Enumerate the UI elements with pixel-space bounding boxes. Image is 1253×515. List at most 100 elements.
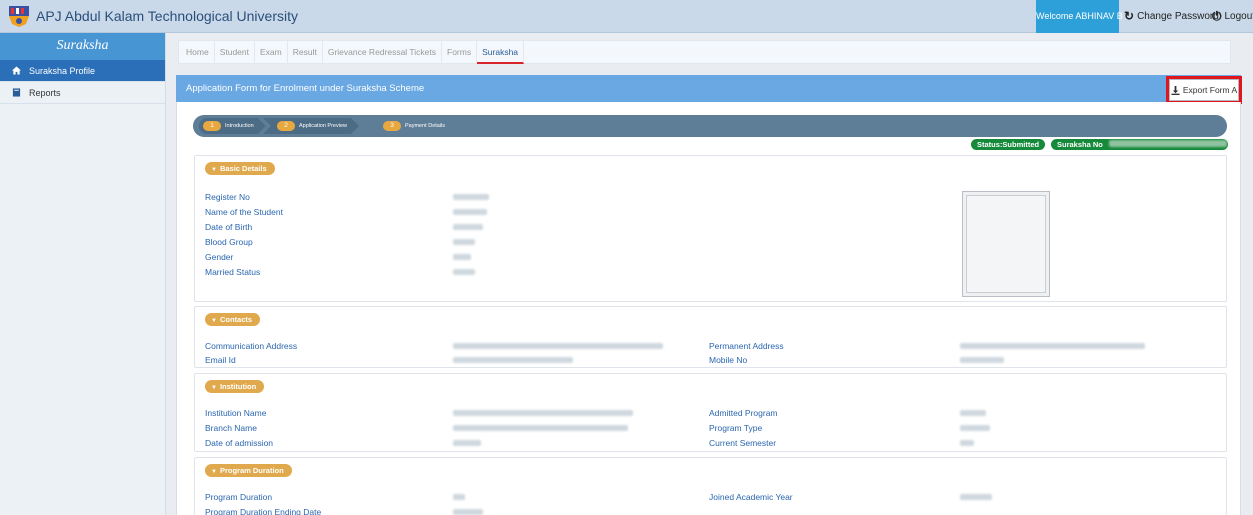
university-logo-icon xyxy=(6,4,32,28)
field-label: Institution Name xyxy=(205,408,267,418)
redacted-value xyxy=(960,410,986,416)
redacted-value xyxy=(453,509,483,515)
logout-label: Logout xyxy=(1224,11,1253,22)
suraksha-no-value xyxy=(1108,140,1227,147)
field-label: Branch Name xyxy=(205,423,257,433)
suraksha-no-badge: Suraksha No xyxy=(1051,139,1228,150)
tab-exam[interactable]: Exam xyxy=(255,41,288,64)
redacted-value xyxy=(453,494,465,500)
step-introduction[interactable]: 1 Introduction xyxy=(199,118,266,134)
field-label: Permanent Address xyxy=(709,341,784,351)
tab-grievance[interactable]: Grievance Redressal Tickets xyxy=(323,41,443,64)
status-badge: Status:Submitted xyxy=(971,139,1046,150)
redacted-value xyxy=(453,194,489,200)
field-label: Register No xyxy=(205,192,250,202)
field-label: Married Status xyxy=(205,267,261,277)
field-label: Date of admission xyxy=(205,438,274,448)
chevron-down-icon: ▼ xyxy=(211,469,217,475)
section-institution: ▼ Institution Institution Name Branch Nam… xyxy=(194,373,1227,452)
book-icon xyxy=(12,88,21,97)
redacted-value xyxy=(453,254,471,260)
top-bar: APJ Abdul Kalam Technological University… xyxy=(0,0,1253,33)
step-label: Payment Details xyxy=(405,123,446,129)
field-label: Joined Academic Year xyxy=(709,492,793,502)
field-label: Mobile No xyxy=(709,355,748,365)
field-label: Blood Group xyxy=(205,237,253,247)
field-label: Program Type xyxy=(709,423,763,433)
form-title: Application Form for Enrolment under Sur… xyxy=(186,83,425,94)
step-number: 3 xyxy=(383,121,401,131)
refresh-icon: ↻ xyxy=(1124,9,1135,23)
section-title: Institution xyxy=(219,382,257,391)
section-program-duration: ▼ Program Duration Program Duration Progr… xyxy=(194,457,1227,515)
basic-details-toggle[interactable]: ▼ Basic Details xyxy=(205,162,275,175)
field-label: Name of the Student xyxy=(205,207,283,217)
chevron-down-icon: ▼ xyxy=(211,385,217,391)
brand-title: APJ Abdul Kalam Technological University xyxy=(36,8,298,24)
redacted-value xyxy=(453,239,475,245)
redacted-value xyxy=(960,494,992,500)
field-label: Program Duration Ending Date xyxy=(205,507,322,515)
redacted-value xyxy=(453,357,573,363)
redacted-value xyxy=(453,209,487,215)
field-label: Program Duration xyxy=(205,492,273,502)
export-form-label: Export Form A xyxy=(1182,85,1238,95)
field-label: Email Id xyxy=(205,355,236,365)
tab-student[interactable]: Student xyxy=(215,41,255,64)
suraksha-no-label: Suraksha No xyxy=(1057,140,1103,149)
sidebar-item-suraksha-profile[interactable]: Suraksha Profile xyxy=(0,60,165,82)
redacted-value xyxy=(960,425,990,431)
download-icon xyxy=(1171,85,1180,95)
redacted-value xyxy=(453,425,628,431)
student-photo xyxy=(962,191,1050,297)
step-number: 2 xyxy=(277,121,295,131)
progress-stepper: 1 Introduction 2 Application Preview 3 P… xyxy=(193,115,1227,137)
field-label: Gender xyxy=(205,252,234,262)
chevron-down-icon: ▼ xyxy=(211,167,217,173)
step-application-preview[interactable]: 2 Application Preview xyxy=(263,118,359,134)
tab-home[interactable]: Home xyxy=(181,41,215,64)
tab-result[interactable]: Result xyxy=(288,41,323,64)
section-title: Program Duration xyxy=(219,466,284,475)
field-label: Current Semester xyxy=(709,438,777,448)
redacted-value xyxy=(960,343,1145,349)
sidebar-item-label: Reports xyxy=(29,87,61,98)
field-label: Communication Address xyxy=(205,341,298,351)
section-contacts: ▼ Contacts Communication Address Email Id… xyxy=(194,306,1227,368)
institution-toggle[interactable]: ▼ Institution xyxy=(205,380,265,393)
chevron-down-icon: ▼ xyxy=(211,318,217,324)
redacted-value xyxy=(960,440,974,446)
contacts-toggle[interactable]: ▼ Contacts xyxy=(205,313,261,326)
tab-forms[interactable]: Forms xyxy=(442,41,478,64)
sidebar-item-label: Suraksha Profile xyxy=(29,65,96,76)
redacted-value xyxy=(453,343,663,349)
redacted-value xyxy=(960,357,1004,363)
power-icon: ⏻ xyxy=(1212,9,1222,23)
logout-link[interactable]: ⏻ Logout xyxy=(1212,0,1253,33)
redacted-value xyxy=(453,410,633,416)
field-label: Date of Birth xyxy=(205,222,253,232)
redacted-value xyxy=(453,269,475,275)
change-password-link[interactable]: ↻ Change Password xyxy=(1124,0,1219,33)
step-payment-details[interactable]: 3 Payment Details xyxy=(371,118,445,134)
export-form-button[interactable]: Export Form A xyxy=(1169,79,1239,101)
brand[interactable]: APJ Abdul Kalam Technological University xyxy=(6,4,298,28)
redacted-value xyxy=(453,224,483,230)
form-header-bar: Application Form for Enrolment under Sur… xyxy=(176,75,1241,102)
redacted-value xyxy=(453,440,481,446)
tab-suraksha[interactable]: Suraksha xyxy=(477,41,525,64)
photo-frame xyxy=(966,195,1046,293)
sidebar-title: Suraksha xyxy=(0,33,165,60)
step-label: Application Preview xyxy=(299,123,347,129)
section-basic-details: ▼ Basic Details Register No Name of the S… xyxy=(194,155,1227,302)
welcome-user[interactable]: Welcome ABHINAV B xyxy=(1036,0,1123,33)
sidebar-item-reports[interactable]: Reports xyxy=(0,82,165,104)
program-duration-toggle[interactable]: ▼ Program Duration xyxy=(205,464,292,477)
change-password-label: Change Password xyxy=(1137,11,1219,22)
section-title: Contacts xyxy=(219,315,253,324)
main-tabs: Home Student Exam Result Grievance Redre… xyxy=(178,40,1231,64)
home-icon xyxy=(12,66,21,75)
sidebar: Suraksha Suraksha Profile Reports xyxy=(0,33,166,515)
step-label: Introduction xyxy=(225,123,254,129)
section-title: Basic Details xyxy=(219,164,267,173)
